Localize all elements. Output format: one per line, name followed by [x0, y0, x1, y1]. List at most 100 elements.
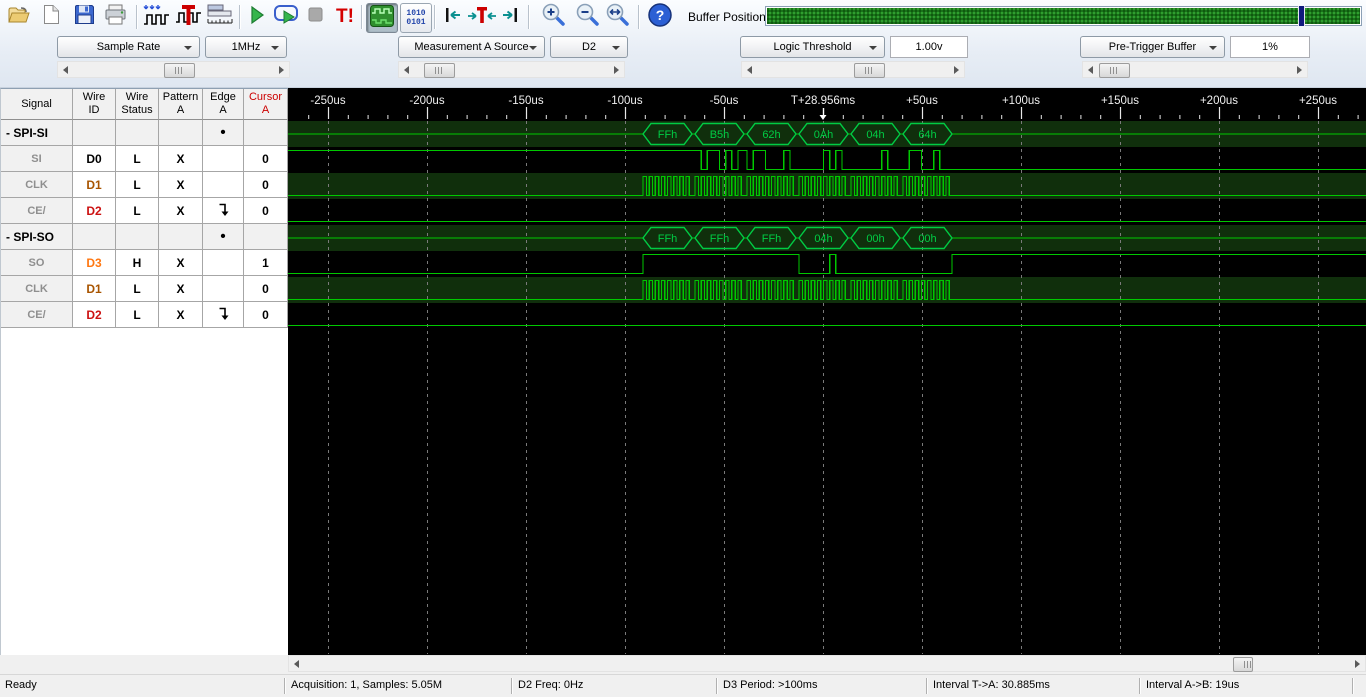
- wire-id-cell[interactable]: [73, 224, 116, 250]
- cursor-a-cell[interactable]: 0: [244, 198, 288, 224]
- signal-name-cell[interactable]: - SPI-SO: [1, 224, 73, 250]
- trigger-settings-button[interactable]: [174, 3, 202, 31]
- new-file-button[interactable]: [41, 3, 61, 31]
- slider-thumb[interactable]: [164, 63, 195, 78]
- wire-status-cell[interactable]: L: [116, 276, 159, 302]
- cursor-a-cell[interactable]: 0: [244, 302, 288, 328]
- slider-left-arrow[interactable]: [404, 66, 409, 74]
- sample-rate-dropdown[interactable]: Sample Rate: [57, 36, 200, 58]
- cursor-a-cell[interactable]: 0: [244, 276, 288, 302]
- state-view-button[interactable]: 1010 0101: [400, 3, 432, 33]
- wire-status-cell[interactable]: L: [116, 198, 159, 224]
- signal-name-cell[interactable]: CLK: [1, 276, 73, 302]
- cursor-a-cell[interactable]: [244, 224, 288, 250]
- edge-a-cell[interactable]: [203, 172, 244, 198]
- acquisition-settings-button[interactable]: [142, 3, 170, 31]
- pattern-a-cell[interactable]: [159, 224, 203, 250]
- edge-a-cell[interactable]: •: [203, 120, 244, 146]
- save-button[interactable]: [72, 3, 96, 31]
- pattern-a-cell[interactable]: X: [159, 302, 203, 328]
- scrollbar-right-arrow[interactable]: [1355, 660, 1360, 668]
- pattern-a-cell[interactable]: [159, 120, 203, 146]
- edge-a-cell[interactable]: [203, 302, 244, 328]
- wire-status-cell[interactable]: [116, 120, 159, 146]
- wire-id-cell[interactable]: D1: [73, 276, 116, 302]
- signal-name-cell[interactable]: CE/: [1, 198, 73, 224]
- stop-capture-button[interactable]: [306, 3, 324, 31]
- pattern-a-cell[interactable]: X: [159, 172, 203, 198]
- slider-right-arrow[interactable]: [954, 66, 959, 74]
- edge-a-cell[interactable]: [203, 250, 244, 276]
- zoom-in-button[interactable]: [540, 3, 568, 31]
- logic-threshold-slider[interactable]: [741, 61, 965, 78]
- slider-right-arrow[interactable]: [279, 66, 284, 74]
- wire-status-cell[interactable]: [116, 224, 159, 250]
- waveform-horizontal-scrollbar[interactable]: [288, 655, 1366, 672]
- pre-trigger-buffer-slider[interactable]: [1082, 61, 1308, 78]
- zoom-fit-button[interactable]: [604, 3, 632, 31]
- edge-a-cell[interactable]: [203, 146, 244, 172]
- wire-id-cell[interactable]: D3: [73, 250, 116, 276]
- signal-name-cell[interactable]: SO: [1, 250, 73, 276]
- logic-threshold-dropdown[interactable]: Logic Threshold: [740, 36, 885, 58]
- pre-trigger-buffer-value-field[interactable]: 1%: [1230, 36, 1310, 58]
- scrollbar-thumb[interactable]: [1233, 657, 1253, 672]
- pattern-a-cell[interactable]: X: [159, 198, 203, 224]
- goto-start-icon: [443, 6, 463, 29]
- measurement-a-source-value-dropdown[interactable]: D2: [550, 36, 628, 58]
- start-capture-button[interactable]: [246, 3, 268, 31]
- logic-threshold-value-field[interactable]: 1.00v: [890, 36, 968, 58]
- cursor-a-cell[interactable]: 0: [244, 172, 288, 198]
- slider-thumb[interactable]: [424, 63, 455, 78]
- slider-right-arrow[interactable]: [614, 66, 619, 74]
- signal-name-cell[interactable]: CLK: [1, 172, 73, 198]
- wire-id-cell[interactable]: D0: [73, 146, 116, 172]
- wire-status-cell[interactable]: H: [116, 250, 159, 276]
- waveform-view-button[interactable]: [366, 3, 398, 33]
- repeat-capture-button[interactable]: [272, 3, 302, 31]
- edge-a-cell[interactable]: [203, 276, 244, 302]
- wire-status-cell[interactable]: L: [116, 302, 159, 328]
- wire-id-cell[interactable]: D1: [73, 172, 116, 198]
- zoom-out-button[interactable]: [574, 3, 602, 31]
- wire-status-cell[interactable]: L: [116, 172, 159, 198]
- pattern-a-cell[interactable]: X: [159, 250, 203, 276]
- slider-left-arrow[interactable]: [747, 66, 752, 74]
- pattern-a-cell[interactable]: X: [159, 146, 203, 172]
- open-file-button[interactable]: [6, 3, 32, 31]
- wire-status-cell[interactable]: L: [116, 146, 159, 172]
- sample-rate-value-dropdown[interactable]: 1MHz: [205, 36, 287, 58]
- measurement-a-source-dropdown[interactable]: Measurement A Source: [398, 36, 545, 58]
- slider-thumb[interactable]: [1099, 63, 1130, 78]
- edge-a-cell[interactable]: [203, 198, 244, 224]
- signal-name-cell[interactable]: CE/: [1, 302, 73, 328]
- pattern-a-cell[interactable]: X: [159, 276, 203, 302]
- cursor-a-cell[interactable]: [244, 120, 288, 146]
- wire-id-cell[interactable]: [73, 120, 116, 146]
- slider-left-arrow[interactable]: [1088, 66, 1093, 74]
- cursor-a-cell[interactable]: 0: [244, 146, 288, 172]
- buffer-position-marker[interactable]: [1298, 6, 1305, 26]
- sample-rate-slider[interactable]: [57, 61, 290, 78]
- slider-right-arrow[interactable]: [1297, 66, 1302, 74]
- force-trigger-button[interactable]: T!: [332, 3, 358, 31]
- buffer-position-bar[interactable]: [765, 6, 1362, 26]
- wire-id-cell[interactable]: D2: [73, 302, 116, 328]
- goto-trigger-button[interactable]: [466, 3, 498, 31]
- slider-left-arrow[interactable]: [63, 66, 68, 74]
- wire-id-cell[interactable]: D2: [73, 198, 116, 224]
- pre-trigger-buffer-dropdown[interactable]: Pre-Trigger Buffer: [1080, 36, 1225, 58]
- edge-a-cell[interactable]: •: [203, 224, 244, 250]
- goto-start-button[interactable]: [442, 3, 464, 31]
- waveform-canvas[interactable]: -250us -200us -150us -100us -50us T+28.956ms +…: [288, 88, 1366, 655]
- slider-thumb[interactable]: [854, 63, 885, 78]
- print-button[interactable]: [102, 3, 128, 31]
- signal-name-cell[interactable]: - SPI-SI: [1, 120, 73, 146]
- measurement-a-slider[interactable]: [398, 61, 625, 78]
- help-button[interactable]: ?: [646, 2, 674, 31]
- signal-name-cell[interactable]: SI: [1, 146, 73, 172]
- scrollbar-left-arrow[interactable]: [294, 660, 299, 668]
- goto-end-button[interactable]: [499, 3, 521, 31]
- measurements-button[interactable]: [206, 3, 234, 31]
- cursor-a-cell[interactable]: 1: [244, 250, 288, 276]
